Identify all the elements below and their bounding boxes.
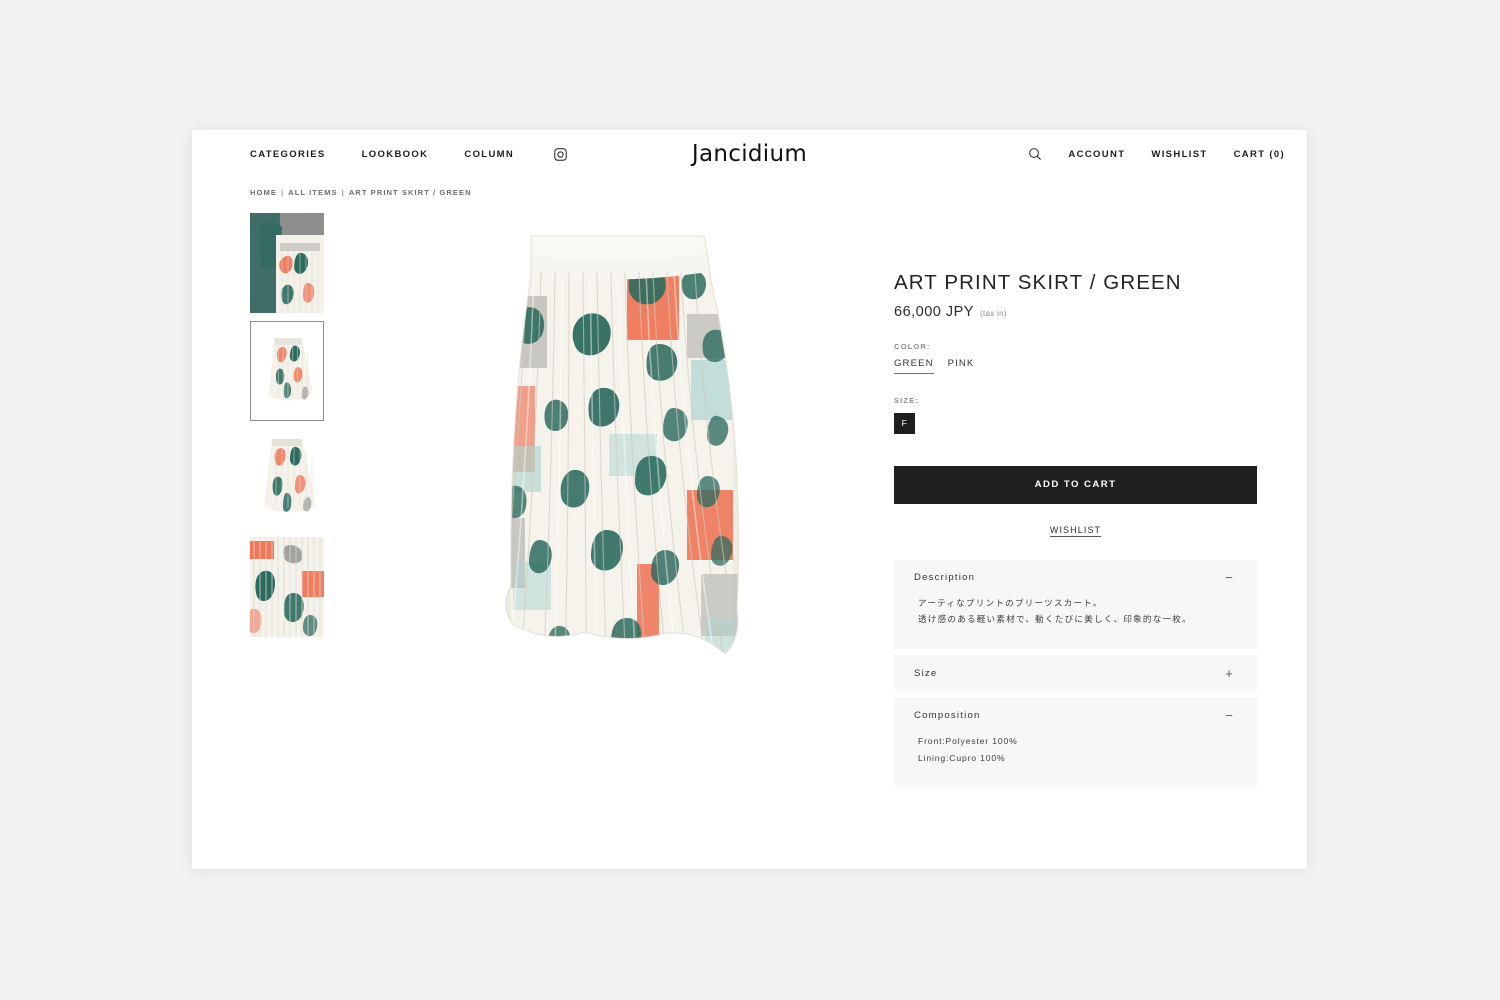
accordion-description-body: アーティなプリントのプリーツスカート。 透け感のある軽い素材で、動くたびに美しく… — [894, 596, 1257, 650]
description-line: 透け感のある軽い素材で、動くたびに美しく、印象的な一枚。 — [918, 615, 1192, 626]
size-option-group: F — [894, 412, 1257, 434]
accordion-composition-title: Composition — [914, 709, 981, 721]
breadcrumb-item-home[interactable]: HOME — [250, 188, 277, 197]
thumbnail-rail — [250, 213, 324, 793]
accordion-description-title: Description — [914, 572, 976, 584]
utility-nav: ACCOUNT WISHLIST CART (0) — [1028, 147, 1285, 161]
instagram-icon[interactable] — [554, 147, 567, 161]
size-option-f[interactable]: F — [894, 412, 915, 434]
composition-line: Front:Polyester 100% — [918, 736, 1018, 747]
site-header: CATEGORIES LOOKBOOK COLUMN Jancidium ACC… — [192, 130, 1307, 178]
breadcrumb-item-current: ART PRINT SKIRT / GREEN — [348, 188, 472, 197]
product-accordions: Description − アーティなプリントのプリーツスカート。 透け感のある… — [894, 559, 1257, 787]
add-to-cart-button[interactable]: ADD TO CART — [894, 465, 1257, 504]
breadcrumb: HOME | ALL ITEMS | ART PRINT SKIRT / GREEN — [192, 178, 1307, 197]
thumbnail-1[interactable] — [250, 213, 324, 313]
page-title: ART PRINT SKIRT / GREEN — [894, 271, 1182, 294]
color-option-green[interactable]: GREEN — [894, 358, 934, 374]
wishlist-row: WISHLIST — [894, 520, 1257, 538]
thumbnail-4[interactable] — [250, 537, 324, 637]
accordion-size-title: Size — [914, 667, 938, 679]
product-price: 66,000 JPY — [894, 303, 974, 320]
accordion-composition-header[interactable]: Composition − — [894, 697, 1257, 733]
accordion-description: Description − アーティなプリントのプリーツスカート。 透け感のある… — [894, 559, 1257, 650]
nav-item-lookbook[interactable]: LOOKBOOK — [362, 149, 429, 160]
color-option-group: GREEN PINK — [894, 358, 1257, 374]
product-info-panel: ART PRINT SKIRT / GREEN 66,000 JPY (tax … — [886, 213, 1307, 793]
price-row: 66,000 JPY (tax in) — [894, 304, 1257, 320]
nav-item-account[interactable]: ACCOUNT — [1068, 149, 1125, 160]
color-option-pink[interactable]: PINK — [948, 358, 975, 374]
minus-icon[interactable]: − — [1223, 709, 1235, 722]
plus-icon[interactable]: + — [1223, 667, 1235, 680]
description-line: アーティなプリントのプリーツスカート。 — [918, 598, 1103, 609]
search-icon[interactable] — [1028, 147, 1042, 161]
add-to-wishlist-link[interactable]: WISHLIST — [1049, 524, 1102, 537]
nav-item-column[interactable]: COLUMN — [464, 149, 514, 160]
site-logo-text: Jancidium — [691, 141, 808, 167]
breadcrumb-item-all-items[interactable]: ALL ITEMS — [288, 188, 337, 197]
nav-item-wishlist[interactable]: WISHLIST — [1151, 149, 1207, 160]
nav-item-cart[interactable]: CART (0) — [1234, 149, 1285, 160]
minus-icon[interactable]: − — [1223, 571, 1235, 584]
tax-note: (tax in) — [979, 308, 1007, 318]
color-label: COLOR: — [894, 341, 931, 351]
accordion-size: Size + — [894, 655, 1257, 692]
breadcrumb-separator: | — [280, 188, 285, 197]
product-detail-body: ART PRINT SKIRT / GREEN 66,000 JPY (tax … — [192, 197, 1307, 793]
composition-line: Lining:Cupro 100% — [918, 752, 1006, 763]
accordion-composition-body: Front:Polyester 100% Lining:Cupro 100% — [894, 733, 1257, 787]
accordion-size-header[interactable]: Size + — [894, 655, 1257, 691]
main-product-image[interactable] — [346, 213, 886, 783]
thumbnail-2[interactable] — [250, 321, 324, 421]
accordion-description-header[interactable]: Description − — [894, 560, 1257, 596]
breadcrumb-separator: | — [341, 188, 345, 197]
primary-nav: CATEGORIES LOOKBOOK COLUMN — [250, 147, 567, 161]
size-label: SIZE: — [894, 395, 919, 405]
nav-item-categories[interactable]: CATEGORIES — [250, 149, 326, 160]
thumbnail-3[interactable] — [250, 429, 324, 529]
accordion-composition: Composition − Front:Polyester 100% Linin… — [894, 697, 1257, 787]
site-page-card: CATEGORIES LOOKBOOK COLUMN Jancidium ACC… — [192, 130, 1307, 869]
